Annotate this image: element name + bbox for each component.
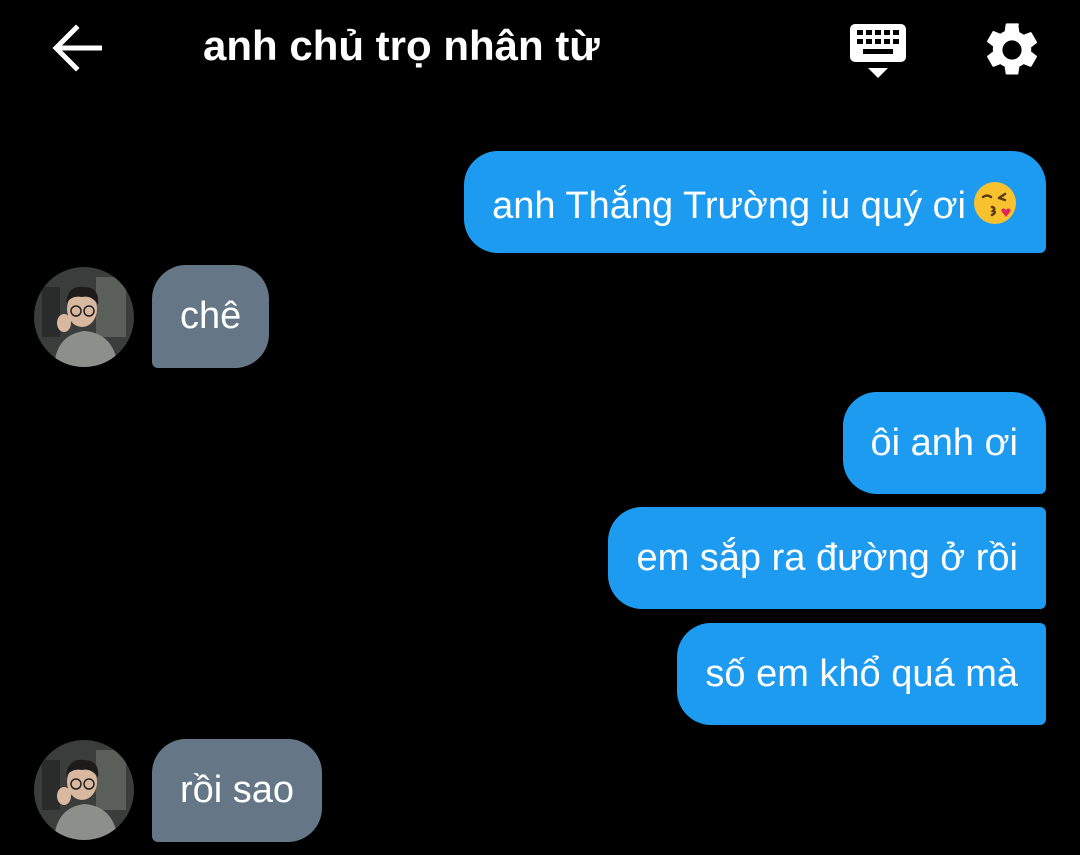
message-text: em sắp ra đường ở rồi [636, 537, 1018, 579]
message-text: ôi anh ơi [870, 422, 1018, 464]
message-bubble-outgoing[interactable]: số em khổ quá mà [677, 623, 1046, 725]
page-title: anh chủ trọ nhân từ [203, 22, 600, 69]
message-text: rồi sao [180, 769, 295, 811]
message-text: chê [180, 295, 242, 337]
avatar-photo [34, 740, 134, 840]
message-bubble-outgoing[interactable]: ôi anh ơi [842, 392, 1046, 494]
back-button[interactable] [48, 20, 108, 76]
settings-button[interactable] [980, 18, 1044, 82]
message-bubble-incoming[interactable]: rồi sao [152, 739, 323, 842]
message-bubble-incoming[interactable]: chê [152, 265, 270, 368]
arrow-left-icon [52, 24, 102, 72]
message-bubble-outgoing[interactable]: anh Thắng Trường iu quý ơi [464, 151, 1046, 253]
face-blowing-kiss-icon [972, 180, 1018, 226]
avatar[interactable] [34, 740, 134, 840]
message-text: anh Thắng Trường iu quý ơi [492, 185, 966, 227]
keyboard-hide-button[interactable] [846, 20, 910, 82]
avatar[interactable] [34, 267, 134, 367]
keyboard-hide-icon [850, 24, 906, 78]
gear-icon [987, 23, 1037, 75]
avatar-photo [34, 267, 134, 367]
message-bubble-outgoing[interactable]: em sắp ra đường ở rồi [608, 507, 1046, 609]
message-text: số em khổ quá mà [705, 653, 1018, 695]
chat-header: anh chủ trọ nhân từ [0, 0, 1080, 100]
